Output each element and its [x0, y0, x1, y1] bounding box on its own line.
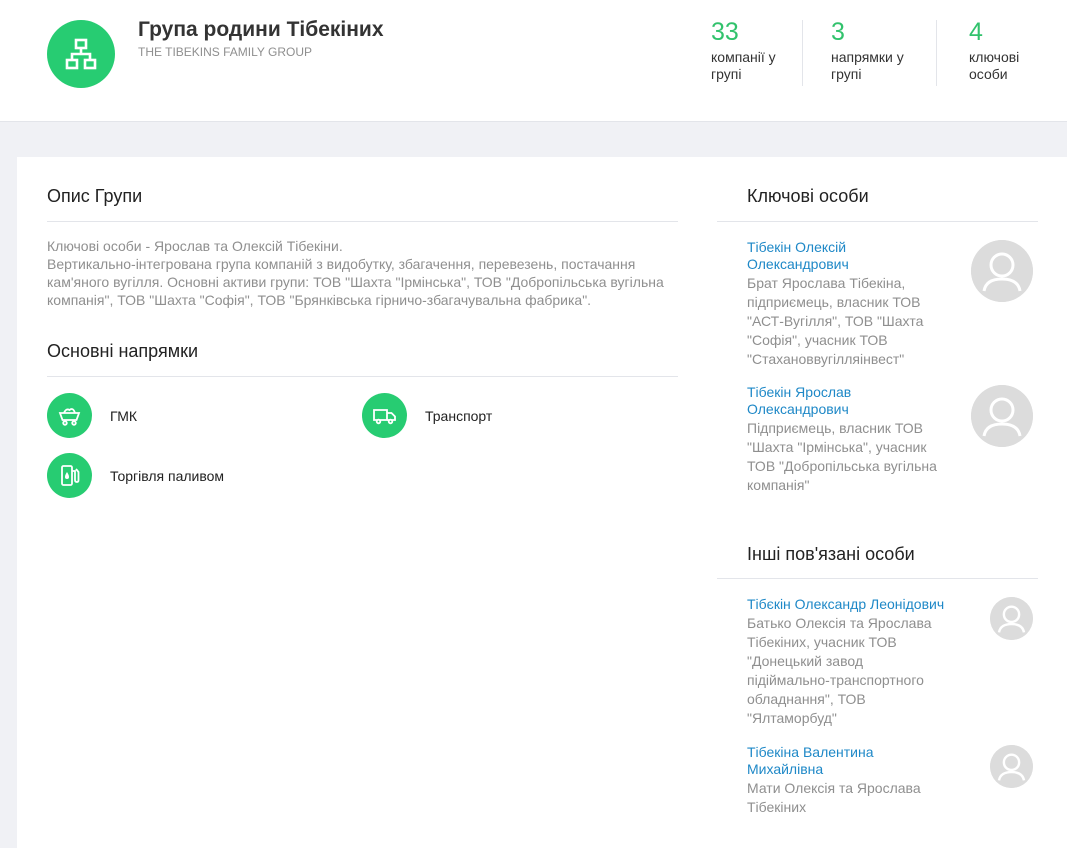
key-persons-title: Ключові особи	[747, 186, 869, 206]
stat-number: 33	[711, 18, 739, 46]
other-persons-title: Інші пов'язані особи	[747, 544, 915, 564]
person-description: Брат Ярослава Тібекіна, підприємець, вла…	[747, 275, 924, 367]
stat-label: напрямки у групі	[831, 49, 904, 82]
person-name-link[interactable]: Тібекін Олексій Олександрович	[747, 239, 947, 273]
user-placeholder-icon	[971, 240, 1033, 302]
mine-cart-icon	[58, 408, 81, 426]
description-line: Вертикально-інтегрована група компаній з…	[47, 256, 664, 308]
description-title: Опис Групи	[47, 186, 143, 206]
avatar[interactable]	[990, 745, 1033, 788]
direction-label: Торгівля паливом	[110, 467, 225, 484]
directions-title: Основні напрямки	[47, 341, 199, 361]
truck-icon	[373, 409, 396, 425]
stat-number: 3	[831, 18, 845, 46]
user-placeholder-icon	[990, 597, 1033, 640]
stat-divider	[802, 20, 803, 86]
direction-item-fuel-trade[interactable]: Торгівля паливом	[47, 453, 224, 498]
direction-label: ГМК	[110, 407, 138, 424]
description-line: Ключові особи - Ярослав та Олексій Тібек…	[47, 238, 343, 254]
direction-item-transport[interactable]: Транспорт	[362, 393, 492, 438]
person-name-link[interactable]: Тібекін Ярослав Олександрович	[747, 384, 947, 418]
stat-divider	[936, 20, 937, 86]
divider	[717, 578, 1038, 579]
person-name-link[interactable]: Тібєкін Олександр Леонідович	[747, 596, 947, 613]
person-description: Підприємець, власник ТОВ "Шахта "Ірмінсь…	[747, 420, 937, 493]
stat-directions: 3 напрямки у групі	[831, 18, 951, 83]
fuel-pump-icon	[61, 465, 80, 486]
divider	[47, 221, 678, 222]
user-placeholder-icon	[990, 745, 1033, 788]
group-description: Ключові особи - Ярослав та Олексій Тібек…	[47, 237, 687, 309]
user-placeholder-icon	[971, 385, 1033, 447]
person-description: Мати Олексія та Ярослава Тібекіних	[747, 780, 921, 815]
divider	[47, 376, 678, 377]
group-header: Група родини Тібекіних THE TIBEKINS FAMI…	[0, 0, 1067, 122]
person-description: Батько Олексія та Ярослава Тібекіних, уч…	[747, 615, 932, 726]
avatar[interactable]	[990, 597, 1033, 640]
stat-label: ключові особи	[969, 49, 1020, 82]
avatar[interactable]	[971, 385, 1033, 447]
hierarchy-icon	[65, 38, 97, 70]
direction-item-gmk[interactable]: ГМК	[47, 393, 137, 438]
avatar[interactable]	[971, 240, 1033, 302]
related-person-item: Тібєкін Олександр Леонідович Батько Олек…	[747, 596, 947, 728]
page-title: Група родини Тібекіних	[138, 18, 384, 41]
stat-label: компанії у групі	[711, 49, 776, 82]
stat-companies: 33 компанії у групі	[711, 18, 831, 83]
stat-key-persons: 4 ключові особи	[969, 18, 1067, 83]
related-person-item: Тібекіна Валентина Михайлівна Мати Олекс…	[747, 744, 947, 817]
key-person-item: Тібекін Олексій Олександрович Брат Яросл…	[747, 239, 947, 369]
person-name-link[interactable]: Тібекіна Валентина Михайлівна	[747, 744, 947, 778]
direction-label: Транспорт	[425, 407, 493, 424]
stat-number: 4	[969, 18, 983, 46]
divider	[717, 221, 1038, 222]
page-subtitle: THE TIBEKINS FAMILY GROUP	[138, 45, 313, 59]
key-person-item: Тібекін Ярослав Олександрович Підприємец…	[747, 384, 947, 495]
group-logo	[47, 20, 115, 88]
